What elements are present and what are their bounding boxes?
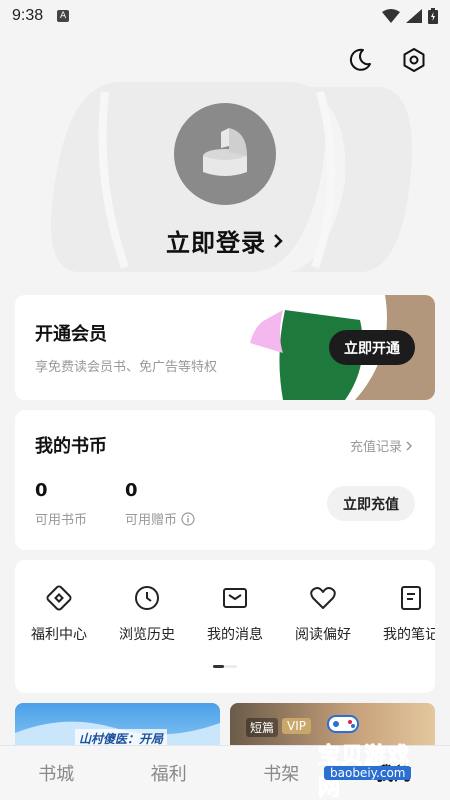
status-time: 9:38 — [12, 7, 44, 24]
coin-balance-value: 0 — [35, 480, 48, 501]
gift-coin-label: 可用赠币 — [125, 513, 178, 528]
short-badge: 短篇 — [246, 718, 279, 737]
menu-label: 浏览历史 — [119, 627, 175, 643]
signal-icon — [406, 9, 422, 23]
menu-label: 福利中心 — [31, 627, 87, 643]
welfare-icon — [46, 585, 72, 611]
menu-label: 我的消息 — [207, 627, 263, 643]
default-avatar-icon — [203, 128, 247, 176]
chevron-right-icon — [406, 440, 413, 451]
avatar[interactable] — [174, 103, 276, 205]
menu-item-notes[interactable]: 我的笔记 — [367, 584, 435, 644]
menu-scroll-indicator — [213, 665, 237, 668]
recharge-record-link[interactable]: 充值记录 — [350, 436, 413, 455]
nav-bookshelf[interactable]: 书架 — [231, 760, 331, 786]
menu-item-preferences[interactable]: 阅读偏好 — [279, 584, 367, 644]
notification-icon: A — [57, 10, 70, 22]
nav-welfare[interactable]: 福利 — [119, 760, 219, 786]
note-icon — [401, 586, 421, 610]
coins-card: 我的书币 充值记录 0 可用书币 0 可用赠币 立即充值 — [15, 410, 435, 550]
menu-item-welfare[interactable]: 福利中心 — [15, 584, 103, 644]
menu-card: 福利中心 浏览历史 我的消息 阅读偏好 我的笔记 — [15, 560, 435, 693]
gift-coin-balance: 0 可用赠币 — [125, 480, 195, 528]
heart-icon — [310, 587, 336, 609]
info-icon[interactable] — [181, 511, 195, 526]
coin-balance: 0 可用书币 — [35, 480, 87, 528]
gamepad-icon — [327, 715, 359, 733]
open-vip-button[interactable]: 立即开通 — [329, 330, 415, 365]
recharge-button[interactable]: 立即充值 — [327, 486, 415, 521]
moon-icon — [349, 48, 371, 71]
dark-mode-button[interactable] — [344, 44, 376, 76]
settings-button[interactable] — [398, 44, 430, 76]
login-link[interactable]: 立即登录 — [0, 223, 450, 258]
vip-card[interactable]: 开通会员 享免费读会员书、免广告等特权 立即开通 — [15, 295, 435, 400]
vip-badge: VIP — [282, 718, 311, 734]
watermark-url: baobeiy.com — [324, 766, 412, 780]
menu-item-history[interactable]: 浏览历史 — [103, 584, 191, 644]
coin-balance-label: 可用书币 — [35, 513, 88, 528]
wifi-icon — [382, 9, 400, 23]
recharge-record-label: 充值记录 — [349, 440, 402, 455]
coins-title: 我的书币 — [35, 436, 107, 457]
settings-hexagon-icon — [403, 48, 425, 72]
gift-coin-value: 0 — [125, 480, 138, 501]
watermark: 宝贝游戏网 baobeiy.com — [318, 708, 428, 800]
message-icon — [223, 588, 247, 608]
menu-item-messages[interactable]: 我的消息 — [191, 584, 279, 644]
clock-icon — [135, 586, 159, 610]
login-label: 立即登录 — [166, 229, 266, 257]
status-bar: 9:38 A — [0, 0, 450, 32]
battery-icon — [428, 8, 438, 24]
vip-description: 享免费读会员书、免广告等特权 — [35, 360, 218, 375]
nav-bookstore[interactable]: 书城 — [6, 760, 106, 786]
menu-label: 阅读偏好 — [295, 627, 351, 643]
vip-title: 开通会员 — [35, 324, 107, 345]
menu-label: 我的笔记 — [383, 627, 435, 643]
chevron-right-icon — [274, 233, 283, 248]
